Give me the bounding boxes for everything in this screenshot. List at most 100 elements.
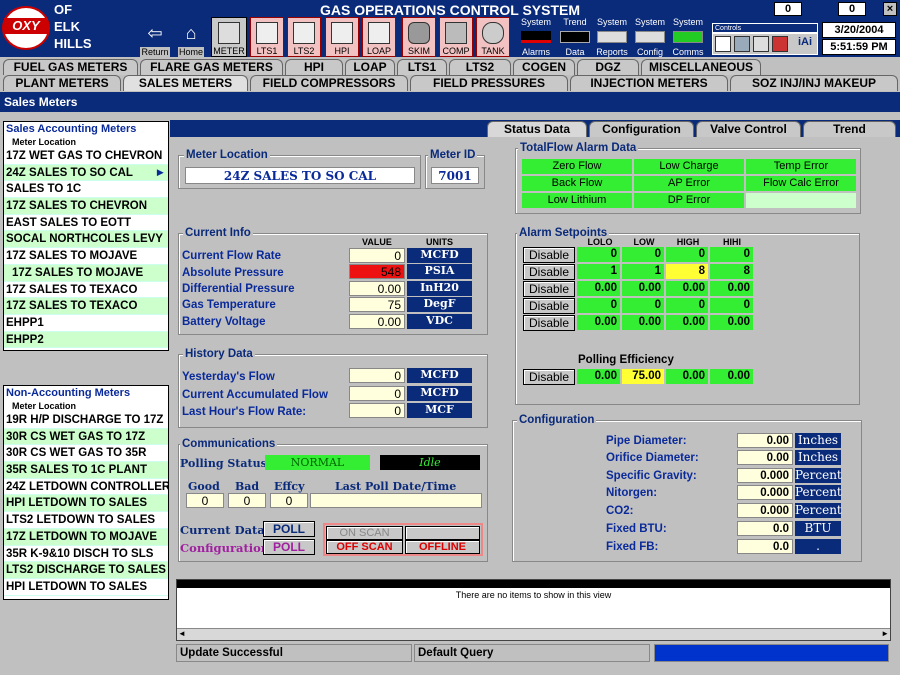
differential-pressure-unit: InH20 xyxy=(407,281,472,296)
disable-button-3[interactable]: Disable xyxy=(523,281,575,297)
offline-button[interactable]: OFFLINE xyxy=(405,540,480,554)
disable-button-5[interactable]: Disable xyxy=(523,315,575,331)
tab-configuration[interactable]: Configuration xyxy=(589,121,694,137)
scan-blank-button[interactable] xyxy=(405,526,480,540)
horizontal-scrollbar[interactable]: ◄ ► xyxy=(177,628,890,640)
list-item[interactable]: 17Z SALES TO MOJAVE xyxy=(4,264,168,282)
system-comms-label: Comms xyxy=(672,47,704,57)
tab-field-compressors[interactable]: FIELD COMPRESSORS xyxy=(250,75,408,91)
print-icon[interactable] xyxy=(715,36,731,52)
tab-injection-meters[interactable]: INJECTION METERS xyxy=(570,75,728,91)
pipe-diameter-unit: Inches xyxy=(795,433,841,448)
list-item[interactable]: 24Z LETDOWN CONTROLLER xyxy=(4,479,168,496)
list-item[interactable]: LTS2 DISCHARGE TO SALES xyxy=(4,562,168,579)
tab-fuel-gas-meters[interactable]: FUEL GAS METERS xyxy=(3,59,138,75)
system-reports-button[interactable]: System Reports xyxy=(594,17,630,57)
current-info-title: Current Info xyxy=(183,227,253,239)
tank-button[interactable]: TANK xyxy=(476,17,510,57)
tab-plant-meters[interactable]: PLANT METERS xyxy=(3,75,121,91)
lts1-button[interactable]: LTS1 xyxy=(250,17,284,57)
tab-trend[interactable]: Trend xyxy=(803,121,896,137)
tab-cogen[interactable]: COGEN xyxy=(513,59,575,75)
disable-button-1[interactable]: Disable xyxy=(523,247,575,263)
status-bar: Update Successful Default Query xyxy=(176,643,891,663)
tab-valve-control[interactable]: Valve Control xyxy=(696,121,801,137)
hpi-button[interactable]: HPI xyxy=(325,17,359,57)
results-list-view[interactable]: There are no items to show in this view … xyxy=(176,579,891,641)
tab-hpi[interactable]: HPI xyxy=(285,59,343,75)
list-item[interactable]: 30R CS WET GAS TO 17Z xyxy=(4,428,168,446)
on-scan-button[interactable]: ON SCAN xyxy=(326,526,403,540)
list-item[interactable]: EHPP2 xyxy=(4,331,168,349)
disable-button-4[interactable]: Disable xyxy=(523,298,575,314)
settings-icon[interactable] xyxy=(734,36,750,52)
meter-button[interactable]: METER xyxy=(211,17,247,57)
zero-flow-alarm: Zero Flow xyxy=(522,159,632,174)
tab-soz-inj[interactable]: SOZ INJ/INJ MAKEUP xyxy=(730,75,898,91)
list-item[interactable]: 17Z WET GAS TO CHEVRON xyxy=(4,148,168,165)
list-item[interactable]: LTS2 LETDOWN TO SALES xyxy=(4,512,168,529)
current-data-poll-button[interactable]: POLL xyxy=(263,521,315,537)
tab-miscellaneous[interactable]: MISCELLANEOUS xyxy=(641,59,761,75)
scroll-right-icon[interactable]: ► xyxy=(881,629,889,638)
list-item[interactable]: 35R K-9&10 DISCH TO SLS xyxy=(4,546,168,563)
nitrogen-value: 0.000 xyxy=(737,485,793,500)
tab-loap[interactable]: LOAP xyxy=(345,59,395,75)
scroll-left-icon[interactable]: ◄ xyxy=(178,629,186,638)
disable-button-2[interactable]: Disable xyxy=(523,264,575,280)
system-config-button[interactable]: System Config xyxy=(632,17,668,57)
current-flow-unit: MCFD xyxy=(407,248,472,263)
list-item[interactable]: 17Z SALES TO MOJAVE xyxy=(4,248,168,265)
list-item[interactable]: 17Z SALES TO TEXACO xyxy=(4,298,168,315)
book-icon[interactable] xyxy=(772,36,788,52)
list-item[interactable]: 19R H/P DISCHARGE TO 17Z xyxy=(4,412,168,429)
history-title: History Data xyxy=(183,348,255,360)
tab-lts2[interactable]: LTS2 xyxy=(449,59,511,75)
comp-button[interactable]: COMP xyxy=(439,17,473,57)
sales-accounting-subtitle: Meter Location xyxy=(12,137,77,147)
return-button[interactable]: ⇦ Return xyxy=(138,17,172,57)
tab-field-pressures[interactable]: FIELD PRESSURES xyxy=(410,75,568,91)
pipe-diameter-label: Pipe Diameter: xyxy=(606,435,687,447)
nitrogen-unit: Percent xyxy=(795,485,842,500)
lts2-button[interactable]: LTS2 xyxy=(287,17,321,57)
iai-logo[interactable]: iAi xyxy=(795,36,815,52)
list-item[interactable]: HPI LETDOWN TO SALES xyxy=(4,579,168,596)
system-comms-top-label: System xyxy=(672,17,703,27)
skim-button[interactable]: SKIM xyxy=(402,17,436,57)
loap-button[interactable]: LOAP xyxy=(362,17,396,57)
list-item[interactable]: EHPP1 xyxy=(4,315,168,332)
configuration-poll-button[interactable]: POLL xyxy=(263,539,315,555)
list-item[interactable]: 17Z SALES TO CHEVRON xyxy=(4,198,168,215)
list-item[interactable]: HPI LETDOWN TO SALES xyxy=(4,495,168,513)
comp-icon xyxy=(445,22,467,44)
tab-row-1: FUEL GAS METERS FLARE GAS METERS HPI LOA… xyxy=(0,59,900,75)
system-comms-button[interactable]: System Comms xyxy=(670,17,706,57)
system-alarms-button[interactable]: System Alarms xyxy=(517,17,555,57)
setpoint-cell-high: 8 xyxy=(666,264,708,279)
tab-status-data[interactable]: Status Data xyxy=(487,121,587,137)
tab-sales-meters[interactable]: SALES METERS xyxy=(123,75,248,91)
list-item[interactable]: 35R SALES TO 1C PLANT xyxy=(4,462,168,479)
list-item[interactable]: SALES TO 1C xyxy=(4,181,168,199)
list-item[interactable]: 30R CS WET GAS TO 35R xyxy=(4,445,168,463)
home-button[interactable]: ⌂ Home xyxy=(175,17,207,57)
system-reports-label: Reports xyxy=(596,47,628,57)
list-item[interactable]: 17Z SALES TO TEXACO xyxy=(4,282,168,299)
yesterday-flow-label: Yesterday's Flow xyxy=(182,371,275,383)
effcy-label: Effcy xyxy=(274,480,305,493)
close-icon[interactable]: × xyxy=(883,2,897,16)
calculator-icon[interactable] xyxy=(753,36,769,52)
list-item[interactable]: EAST SALES TO EOTT xyxy=(4,215,168,232)
polling-efficiency-disable-button[interactable]: Disable xyxy=(523,369,575,385)
tank-icon xyxy=(482,22,504,44)
tab-lts1[interactable]: LTS1 xyxy=(397,59,447,75)
list-item[interactable]: 17Z LETDOWN TO MOJAVE xyxy=(4,528,168,546)
off-scan-button[interactable]: OFF SCAN xyxy=(326,540,403,554)
trend-data-button[interactable]: Trend Data xyxy=(557,17,593,57)
tab-dgz[interactable]: DGZ xyxy=(577,59,639,75)
tab-flare-gas-meters[interactable]: FLARE GAS METERS xyxy=(140,59,283,75)
list-item[interactable]: SOCAL NORTHCOLES LEVY xyxy=(4,231,168,249)
setpoint-cell: 0.00 xyxy=(710,315,753,330)
list-item-selected[interactable]: 24Z SALES TO SO CAL ► xyxy=(4,164,168,182)
